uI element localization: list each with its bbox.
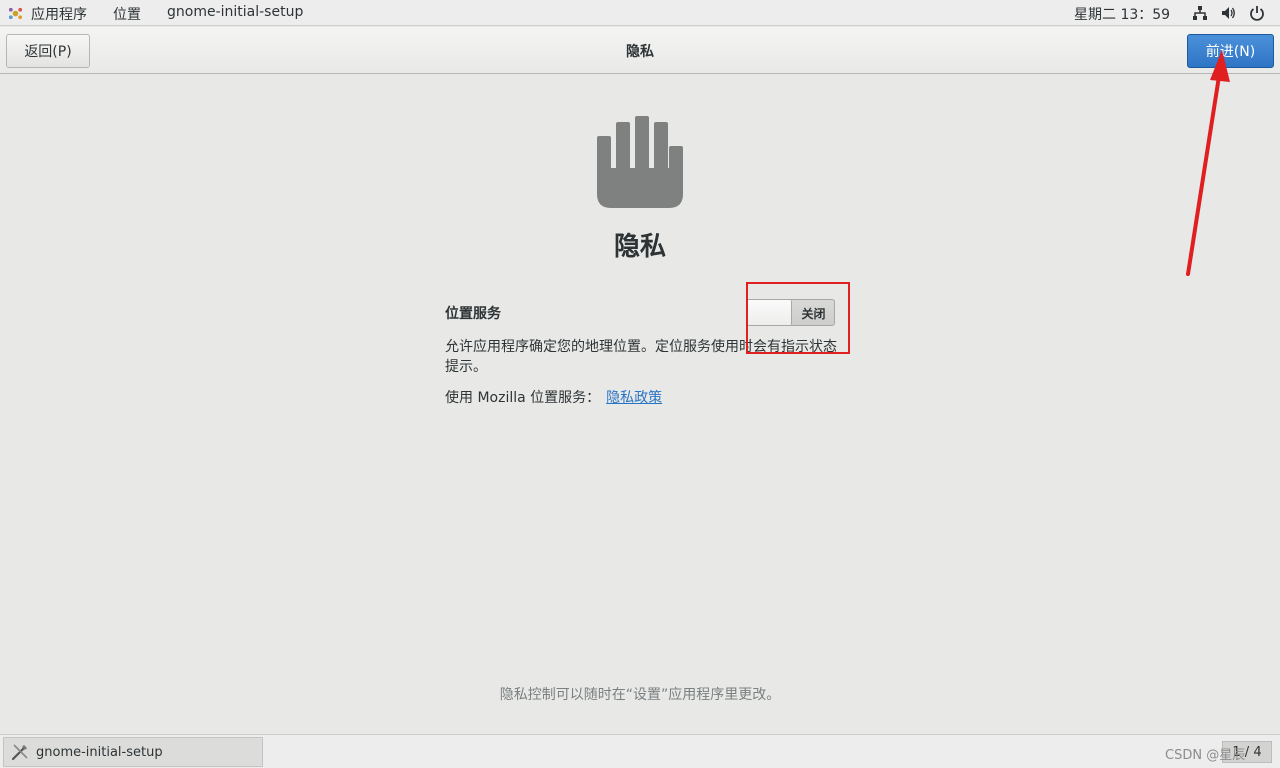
- network-icon[interactable]: [1192, 5, 1208, 21]
- page-heading: 隐私: [613, 232, 666, 262]
- location-services-switch[interactable]: 关闭: [746, 299, 835, 326]
- tools-icon: [11, 744, 28, 761]
- taskbar-window-button[interactable]: gnome-initial-setup: [3, 737, 263, 767]
- watermark-text: CSDN @星辰: [1165, 748, 1246, 763]
- location-description: 允许应用程序确定您的地理位置。定位服务使用时会有指示状态提示。: [445, 339, 837, 375]
- hand-stop-icon: [597, 116, 683, 208]
- privacy-policy-link[interactable]: 隐私政策: [606, 390, 662, 406]
- header-bar: 返回(P) 隐私 前进(N): [0, 27, 1280, 74]
- header-title: 隐私: [626, 44, 654, 60]
- switch-state-label: 关闭: [801, 307, 826, 321]
- active-window-title[interactable]: gnome-initial-setup: [167, 4, 303, 20]
- top-panel: 应用程序 位置 gnome-initial-setup 星期二 13：59: [0, 0, 1280, 26]
- location-services-label: 位置服务: [445, 306, 501, 322]
- gnome-foot-icon: [8, 7, 23, 20]
- power-icon[interactable]: [1249, 5, 1265, 21]
- places-menu[interactable]: 位置: [113, 4, 141, 24]
- next-button[interactable]: 前进(N): [1187, 34, 1274, 68]
- switch-knob[interactable]: [747, 300, 792, 325]
- bottom-panel: gnome-initial-setup 1 / 4 CSDN @星辰: [0, 734, 1280, 768]
- taskbar-window-label: gnome-initial-setup: [36, 744, 163, 760]
- footer-note: 隐私控制可以随时在“设置”应用程序里更改。: [499, 687, 781, 703]
- applications-menu[interactable]: 应用程序: [31, 4, 87, 24]
- mozilla-text: 使用 Mozilla 位置服务：: [445, 390, 601, 406]
- mozilla-service-line: 使用 Mozilla 位置服务： 隐私政策: [445, 387, 662, 407]
- volume-icon[interactable]: [1220, 5, 1236, 21]
- clock[interactable]: 星期二 13：59: [1074, 4, 1170, 24]
